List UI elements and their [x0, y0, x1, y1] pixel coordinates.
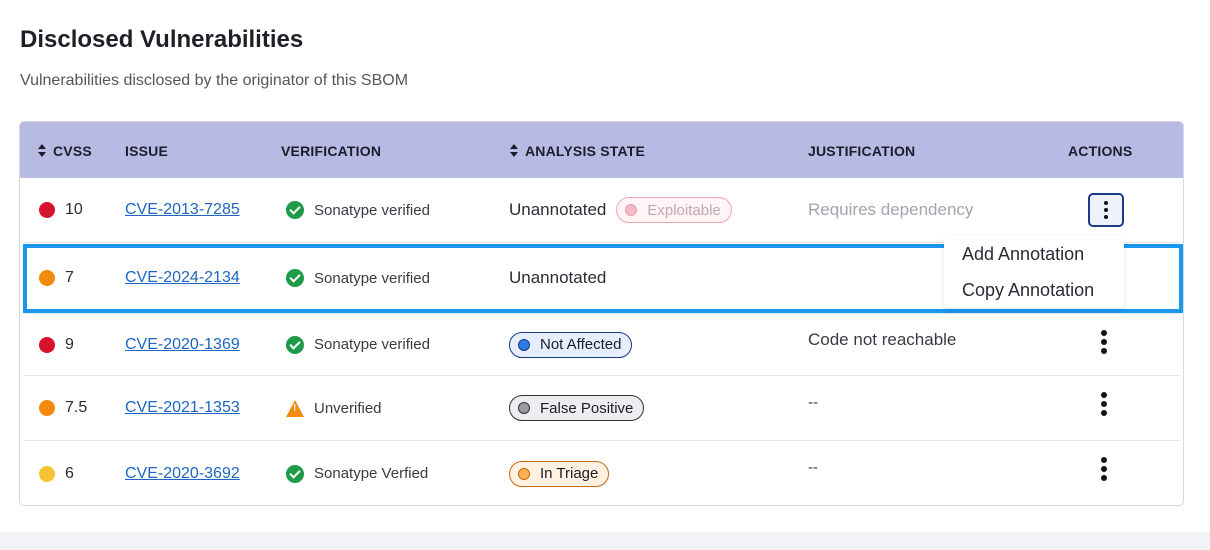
- menu-item-add-annotation[interactable]: Add Annotation: [962, 244, 1084, 265]
- verification-text: Sonatype verified: [314, 269, 430, 287]
- status-dot-icon: [625, 204, 638, 216]
- page-title: Disclosed Vulnerabilities: [20, 26, 304, 53]
- actions-cell: [1101, 314, 1107, 375]
- sort-icon: [509, 144, 519, 158]
- actions-cell: [1101, 376, 1107, 440]
- kebab-icon: [1103, 201, 1109, 219]
- justification-text: --: [808, 394, 818, 411]
- verification-cell: Sonatype Verfied: [286, 441, 428, 506]
- justification-text: Requires dependency: [808, 200, 974, 219]
- cvss-score: 9: [65, 335, 74, 353]
- verification-cell: Sonatype verified: [286, 314, 430, 375]
- cve-link[interactable]: CVE-2013-7285: [125, 201, 240, 219]
- verification-text: Sonatype Verfied: [314, 465, 429, 482]
- verification-cell: Sonatype verified: [286, 243, 430, 313]
- column-header-actions: ACTIONS: [1068, 143, 1133, 159]
- status-badge-label: Not Affected: [540, 336, 622, 353]
- issue-cell: CVE-2013-7285: [125, 178, 240, 242]
- severity-dot-icon: [39, 202, 55, 218]
- actions-menu-button[interactable]: [1088, 193, 1124, 227]
- severity-dot-icon: [39, 465, 55, 482]
- table-row: 6 CVE-2020-3692 Sonatype Verfied In Tria…: [25, 441, 1180, 506]
- page-footer-strip: [0, 532, 1210, 550]
- warning-icon: !: [286, 399, 304, 417]
- check-circle-icon: [286, 335, 304, 354]
- status-badge-not-affected: Not Affected: [509, 331, 633, 358]
- column-header-verification: VERIFICATION: [281, 143, 382, 159]
- justification-cell: Requires dependency: [808, 178, 973, 242]
- table-row: 7.5 CVE-2021-1353 ! Unverified False Posi…: [25, 376, 1180, 441]
- menu-item-copy-annotation[interactable]: Copy Annotation: [962, 280, 1094, 301]
- cvss-score: 7: [65, 269, 74, 286]
- cvss-cell: 7: [39, 243, 74, 313]
- check-circle-icon: [286, 201, 304, 219]
- status-dot-icon: [518, 467, 530, 480]
- cvss-cell: 6: [39, 441, 74, 506]
- analysis-text: Unannotated: [509, 200, 607, 219]
- status-badge-in-triage: In Triage: [509, 460, 610, 487]
- cvss-score: 6: [65, 464, 74, 482]
- analysis-cell: In Triage: [509, 441, 610, 506]
- analysis-cell: False Positive: [509, 376, 645, 440]
- severity-dot-icon: [39, 336, 55, 353]
- justification-cell: --: [808, 376, 818, 440]
- analysis-cell: Not Affected: [509, 314, 633, 375]
- cve-link[interactable]: CVE-2024-2134: [125, 269, 240, 287]
- cvss-score: 7.5: [65, 399, 88, 416]
- kebab-icon[interactable]: [1101, 392, 1107, 416]
- status-badge-label: In Triage: [540, 465, 599, 482]
- cve-link[interactable]: CVE-2020-3692: [125, 465, 240, 483]
- actions-dropdown-menu: Add Annotation Copy Annotation: [944, 236, 1124, 308]
- issue-cell: CVE-2020-1369: [125, 314, 240, 375]
- justification-text: --: [808, 459, 818, 476]
- status-dot-icon: [518, 338, 530, 351]
- status-badge-label: Exploitable: [647, 201, 721, 219]
- page-subtitle: Vulnerabilities disclosed by the origina…: [20, 72, 409, 89]
- severity-dot-icon: [39, 400, 55, 416]
- verification-text: Unverified: [314, 399, 382, 417]
- column-header-cvss[interactable]: CVSS: [37, 122, 92, 178]
- column-header-label: CVSS: [53, 143, 92, 159]
- status-badge-false-positive: False Positive: [509, 395, 645, 421]
- vulnerabilities-table: CVSS ISSUE VERIFICATION ANALYSIS STATE J…: [19, 121, 1184, 506]
- column-header-issue: ISSUE: [125, 143, 169, 159]
- issue-cell: CVE-2024-2134: [125, 243, 240, 313]
- issue-cell: CVE-2020-3692: [125, 441, 240, 506]
- cve-link[interactable]: CVE-2021-1353: [125, 399, 240, 417]
- actions-cell: [1101, 441, 1107, 506]
- issue-cell: CVE-2021-1353: [125, 376, 240, 440]
- verification-text: Sonatype verified: [314, 201, 430, 219]
- verification-cell: Sonatype verified: [286, 178, 430, 242]
- table-row: 10 CVE-2013-7285 Sonatype verified Unann…: [25, 178, 1180, 243]
- analysis-cell: Unannotated: [509, 243, 606, 313]
- verification-text: Sonatype verified: [314, 336, 430, 353]
- actions-cell: [1088, 178, 1124, 242]
- verification-cell: ! Unverified: [286, 376, 382, 440]
- justification-text: Code not reachable: [808, 330, 957, 349]
- status-dot-icon: [518, 402, 530, 414]
- analysis-cell: Unannotated Exploitable: [509, 178, 732, 242]
- analysis-text: Unannotated: [509, 268, 607, 287]
- status-badge-exploitable: Exploitable: [616, 197, 732, 223]
- cvss-cell: 10: [39, 178, 83, 242]
- cvss-cell: 9: [39, 314, 74, 375]
- cvss-cell: 7.5: [39, 376, 87, 440]
- column-header-justification: JUSTIFICATION: [808, 143, 916, 159]
- justification-cell: --: [808, 441, 818, 506]
- column-header-label: ANALYSIS STATE: [525, 143, 646, 159]
- table-row: 9 CVE-2020-1369 Sonatype verified Not Af…: [25, 314, 1180, 376]
- severity-dot-icon: [39, 270, 55, 286]
- check-circle-icon: [286, 464, 304, 483]
- justification-cell: Code not reachable: [808, 314, 956, 375]
- column-header-analysis-state[interactable]: ANALYSIS STATE: [509, 122, 645, 178]
- cve-link[interactable]: CVE-2020-1369: [125, 336, 240, 354]
- sort-icon: [37, 144, 47, 158]
- status-badge-label: False Positive: [540, 399, 634, 417]
- check-circle-icon: [286, 269, 304, 287]
- kebab-icon[interactable]: [1101, 457, 1107, 481]
- table-header: CVSS ISSUE VERIFICATION ANALYSIS STATE J…: [20, 122, 1183, 178]
- cvss-score: 10: [65, 201, 83, 218]
- kebab-icon[interactable]: [1101, 330, 1107, 354]
